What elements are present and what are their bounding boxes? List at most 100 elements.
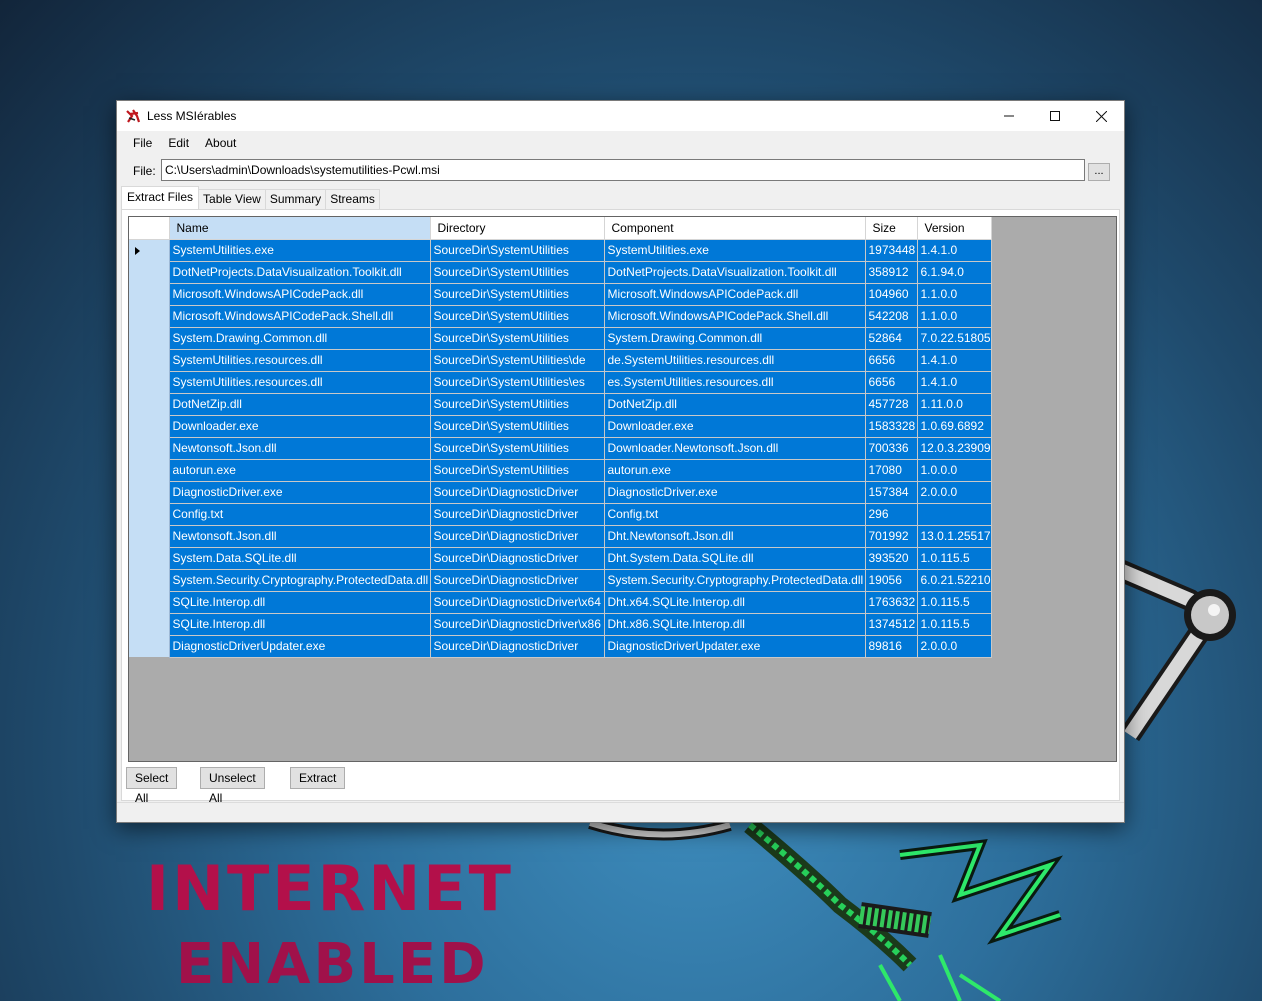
row-header[interactable]: [129, 305, 170, 327]
row-header[interactable]: [129, 283, 170, 305]
cell-version[interactable]: 1.0.115.5: [917, 613, 992, 636]
cell-name[interactable]: SystemUtilities.resources.dll: [169, 349, 431, 372]
cell-size[interactable]: 1763632: [865, 591, 918, 614]
cell-version[interactable]: 2.0.0.0: [917, 481, 992, 504]
column-header-name[interactable]: Name: [169, 217, 431, 240]
cell-directory[interactable]: SourceDir\DiagnosticDriver\x64: [430, 591, 605, 614]
column-header-component[interactable]: Component: [604, 217, 866, 240]
cell-size[interactable]: 457728: [865, 393, 918, 416]
cell-size[interactable]: 6656: [865, 371, 918, 394]
row-header[interactable]: [129, 525, 170, 547]
cell-component[interactable]: Dht.x86.SQLite.Interop.dll: [604, 613, 866, 636]
cell-size[interactable]: 296: [865, 503, 918, 526]
cell-version[interactable]: 1.4.1.0: [917, 371, 992, 394]
table-row[interactable]: Microsoft.WindowsAPICodePack.dll SourceDi…: [129, 283, 992, 306]
cell-name[interactable]: SystemUtilities.exe: [169, 239, 431, 262]
table-row[interactable]: Newtonsoft.Json.dll SourceDir\DiagnosticD…: [129, 525, 992, 548]
row-header[interactable]: [129, 613, 170, 635]
row-header[interactable]: [129, 459, 170, 481]
row-header[interactable]: [129, 261, 170, 283]
row-header[interactable]: [129, 239, 170, 261]
column-header-size[interactable]: Size: [865, 217, 918, 240]
cell-version[interactable]: 1.1.0.0: [917, 305, 992, 328]
table-row[interactable]: autorun.exe SourceDir\SystemUtilities auto…: [129, 459, 992, 482]
row-header[interactable]: [129, 437, 170, 459]
cell-size[interactable]: 701992: [865, 525, 918, 548]
cell-name[interactable]: Downloader.exe: [169, 415, 431, 438]
cell-directory[interactable]: SourceDir\DiagnosticDriver: [430, 635, 605, 658]
minimize-button[interactable]: [986, 101, 1032, 131]
cell-version[interactable]: 1.0.0.0: [917, 459, 992, 482]
cell-component[interactable]: DiagnosticDriverUpdater.exe: [604, 635, 866, 658]
table-row[interactable]: SystemUtilities.exe SourceDir\SystemUtili…: [129, 239, 992, 262]
cell-name[interactable]: autorun.exe: [169, 459, 431, 482]
cell-size[interactable]: 700336: [865, 437, 918, 460]
table-row[interactable]: DotNetProjects.DataVisualization.Toolkit…: [129, 261, 992, 284]
cell-size[interactable]: 19056: [865, 569, 918, 592]
cell-size[interactable]: 1374512: [865, 613, 918, 636]
row-header[interactable]: [129, 569, 170, 591]
row-header[interactable]: [129, 415, 170, 437]
header-corner[interactable]: [129, 217, 170, 240]
table-row[interactable]: Downloader.exe SourceDir\SystemUtilities D…: [129, 415, 992, 438]
table-row[interactable]: SQLite.Interop.dll SourceDir\DiagnosticDr…: [129, 591, 992, 614]
row-header[interactable]: [129, 503, 170, 525]
tab-extract-files[interactable]: Extract Files: [121, 186, 200, 209]
cell-directory[interactable]: SourceDir\SystemUtilities\es: [430, 371, 605, 394]
column-header-directory[interactable]: Directory: [430, 217, 605, 240]
table-row[interactable]: System.Drawing.Common.dll SourceDir\Syste…: [129, 327, 992, 350]
row-header[interactable]: [129, 371, 170, 393]
cell-directory[interactable]: SourceDir\DiagnosticDriver: [430, 547, 605, 570]
cell-component[interactable]: Microsoft.WindowsAPICodePack.dll: [604, 283, 866, 306]
cell-size[interactable]: 542208: [865, 305, 918, 328]
cell-version[interactable]: 13.0.1.25517: [917, 525, 992, 548]
row-header[interactable]: [129, 327, 170, 349]
cell-version[interactable]: 1.4.1.0: [917, 239, 992, 262]
cell-name[interactable]: Microsoft.WindowsAPICodePack.Shell.dll: [169, 305, 431, 328]
row-header[interactable]: [129, 481, 170, 503]
cell-component[interactable]: autorun.exe: [604, 459, 866, 482]
cell-size[interactable]: 104960: [865, 283, 918, 306]
cell-directory[interactable]: SourceDir\SystemUtilities: [430, 415, 605, 438]
cell-size[interactable]: 52864: [865, 327, 918, 350]
cell-name[interactable]: Newtonsoft.Json.dll: [169, 437, 431, 460]
cell-name[interactable]: Newtonsoft.Json.dll: [169, 525, 431, 548]
cell-name[interactable]: System.Drawing.Common.dll: [169, 327, 431, 350]
cell-version[interactable]: 1.0.115.5: [917, 547, 992, 570]
select-all-button[interactable]: Select All: [126, 767, 178, 805]
cell-version[interactable]: 1.4.1.0: [917, 349, 992, 372]
cell-version[interactable]: 12.0.3.23909: [917, 437, 992, 460]
tab-table-view[interactable]: Table View: [198, 189, 266, 209]
cell-name[interactable]: System.Security.Cryptography.ProtectedDa…: [169, 569, 431, 592]
tab-summary[interactable]: Summary: [264, 189, 327, 209]
table-row[interactable]: System.Security.Cryptography.ProtectedDa…: [129, 569, 992, 592]
cell-directory[interactable]: SourceDir\DiagnosticDriver: [430, 569, 605, 592]
cell-directory[interactable]: SourceDir\DiagnosticDriver: [430, 525, 605, 548]
cell-size[interactable]: 17080: [865, 459, 918, 482]
cell-version[interactable]: 1.1.0.0: [917, 283, 992, 306]
table-row[interactable]: DotNetZip.dll SourceDir\SystemUtilities Do…: [129, 393, 992, 416]
cell-directory[interactable]: SourceDir\DiagnosticDriver: [430, 481, 605, 504]
table-row[interactable]: DiagnosticDriverUpdater.exe SourceDir\Dia…: [129, 635, 992, 658]
close-button[interactable]: [1078, 101, 1124, 131]
cell-component[interactable]: DotNetZip.dll: [604, 393, 866, 416]
row-header[interactable]: [129, 591, 170, 613]
cell-name[interactable]: DotNetProjects.DataVisualization.Toolkit…: [169, 261, 431, 284]
extract-button[interactable]: Extract: [290, 767, 346, 789]
browse-button[interactable]: ...: [1088, 163, 1110, 181]
cell-name[interactable]: Config.txt: [169, 503, 431, 526]
cell-version[interactable]: [917, 503, 992, 526]
table-row[interactable]: DiagnosticDriver.exe SourceDir\Diagnostic…: [129, 481, 992, 504]
cell-directory[interactable]: SourceDir\SystemUtilities: [430, 239, 605, 262]
row-header[interactable]: [129, 393, 170, 415]
cell-component[interactable]: Dht.x64.SQLite.Interop.dll: [604, 591, 866, 614]
cell-version[interactable]: 7.0.22.51805: [917, 327, 992, 350]
cell-component[interactable]: System.Security.Cryptography.ProtectedDa…: [604, 569, 866, 592]
cell-size[interactable]: 157384: [865, 481, 918, 504]
title-bar[interactable]: Less MSIérables: [117, 101, 1124, 131]
cell-component[interactable]: Downloader.Newtonsoft.Json.dll: [604, 437, 866, 460]
cell-directory[interactable]: SourceDir\SystemUtilities: [430, 283, 605, 306]
files-grid[interactable]: Name Directory Component Size Version Sy…: [128, 216, 1117, 762]
table-row[interactable]: System.Data.SQLite.dll SourceDir\Diagnost…: [129, 547, 992, 570]
cell-size[interactable]: 358912: [865, 261, 918, 284]
